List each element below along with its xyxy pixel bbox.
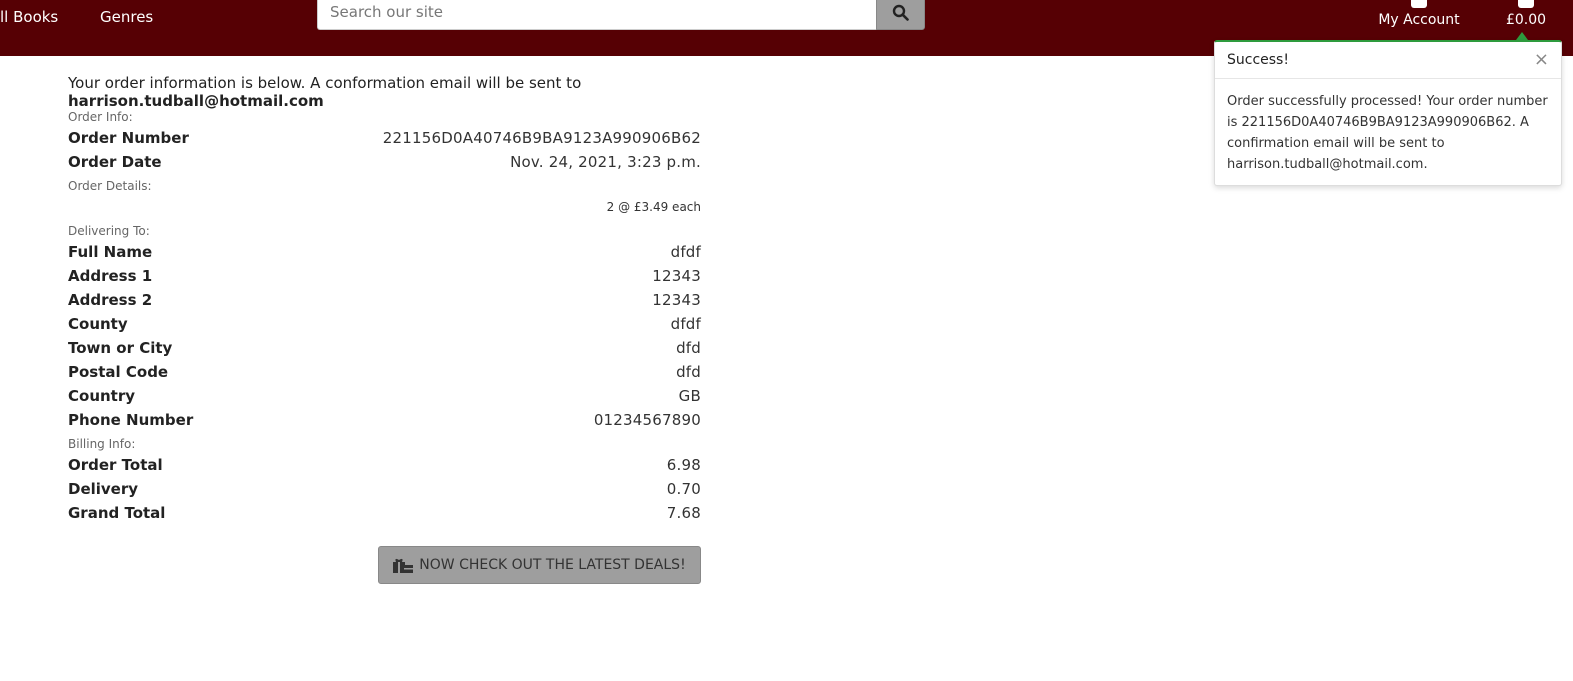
toast-header: Success! × <box>1215 42 1561 79</box>
billing-value: 7.68 <box>666 504 701 522</box>
nav-genres[interactable]: Genres <box>100 8 153 26</box>
order-number-label: Order Number <box>68 129 189 147</box>
user-icon <box>1411 0 1427 8</box>
delivery-row: Postal Code dfd <box>68 360 701 384</box>
delivery-value: dfdf <box>670 315 701 333</box>
delivery-value: 12343 <box>652 267 701 285</box>
delivery-label: Postal Code <box>68 363 169 381</box>
delivery-value: dfd <box>676 339 701 357</box>
billing-label: Delivery <box>68 480 139 498</box>
billing-details: Order Total 6.98 Delivery 0.70 Grand Total… <box>68 453 701 525</box>
basket-icon <box>1518 0 1534 8</box>
basket-link[interactable]: £0.00 <box>1500 0 1552 28</box>
toast-title: Success! <box>1227 52 1289 68</box>
order-date-row: Order Date Nov. 24, 2021, 3:23 p.m. <box>68 150 701 174</box>
delivery-row: Phone Number 01234567890 <box>68 408 701 432</box>
order-number-value: 221156D0A40746B9BA9123A990906B62 <box>382 129 701 147</box>
delivery-row: Full Name dfdf <box>68 240 701 264</box>
my-account-menu[interactable]: My Account <box>1377 0 1461 28</box>
delivery-row: Town or City dfd <box>68 336 701 360</box>
search-input[interactable] <box>317 0 876 30</box>
delivery-value: dfdf <box>670 243 701 261</box>
delivery-label: Town or City <box>68 339 173 357</box>
search-icon <box>892 4 909 21</box>
delivery-label: Address 2 <box>68 291 153 309</box>
intro-message: Your order information is below. A confo… <box>68 74 582 92</box>
billing-value: 0.70 <box>666 480 701 498</box>
search-button[interactable] <box>876 0 925 30</box>
delivery-row: Address 1 12343 <box>68 264 701 288</box>
order-confirmation: Your order information is below. A confo… <box>68 74 701 525</box>
gift-icon <box>393 558 414 573</box>
toast-pointer <box>1516 32 1528 40</box>
delivery-label: Address 1 <box>68 267 153 285</box>
order-date-label: Order Date <box>68 153 162 171</box>
delivery-label: Phone Number <box>68 411 194 429</box>
delivery-row: Address 2 12343 <box>68 288 701 312</box>
delivering-to-heading: Delivering To: <box>68 224 150 238</box>
delivery-row: County dfdf <box>68 312 701 336</box>
order-date-value: Nov. 24, 2021, 3:23 p.m. <box>510 153 701 171</box>
success-toast: Success! × Order successfully processed!… <box>1214 40 1562 186</box>
latest-deals-button[interactable]: NOW CHECK OUT THE LATEST DEALS! <box>378 546 701 584</box>
close-icon[interactable]: × <box>1534 51 1549 69</box>
delivery-value: 12343 <box>652 291 701 309</box>
billing-row: Order Total 6.98 <box>68 453 701 477</box>
line-item: 2 @ £3.49 each <box>606 200 701 214</box>
delivery-value: 01234567890 <box>593 411 701 429</box>
delivery-label: Full Name <box>68 243 153 261</box>
intro-text: Your order information is below. A confo… <box>68 74 701 110</box>
order-details-heading: Order Details: <box>68 179 152 193</box>
order-info-heading: Order Info: <box>68 110 133 124</box>
customer-email: harrison.tudball@hotmail.com <box>68 92 324 110</box>
billing-info-heading: Billing Info: <box>68 437 136 451</box>
toast-message: Order successfully processed! Your order… <box>1227 94 1548 172</box>
delivery-label: Country <box>68 387 136 405</box>
delivery-value: dfd <box>676 363 701 381</box>
billing-label: Grand Total <box>68 504 166 522</box>
billing-label: Order Total <box>68 456 163 474</box>
billing-row: Delivery 0.70 <box>68 477 701 501</box>
search-bar <box>317 0 925 30</box>
basket-total: £0.00 <box>1505 12 1547 28</box>
billing-value: 6.98 <box>666 456 701 474</box>
my-account-label: My Account <box>1378 12 1460 28</box>
delivery-row: Country GB <box>68 384 701 408</box>
latest-deals-label: NOW CHECK OUT THE LATEST DEALS! <box>419 557 686 573</box>
delivery-details: Full Name dfdf Address 1 12343 Address 2 12… <box>68 240 701 432</box>
nav-all-books[interactable]: ll Books <box>0 8 58 26</box>
billing-row: Grand Total 7.68 <box>68 501 701 525</box>
delivery-value: GB <box>678 387 701 405</box>
delivery-label: County <box>68 315 128 333</box>
order-number-row: Order Number 221156D0A40746B9BA9123A9909… <box>68 126 701 150</box>
